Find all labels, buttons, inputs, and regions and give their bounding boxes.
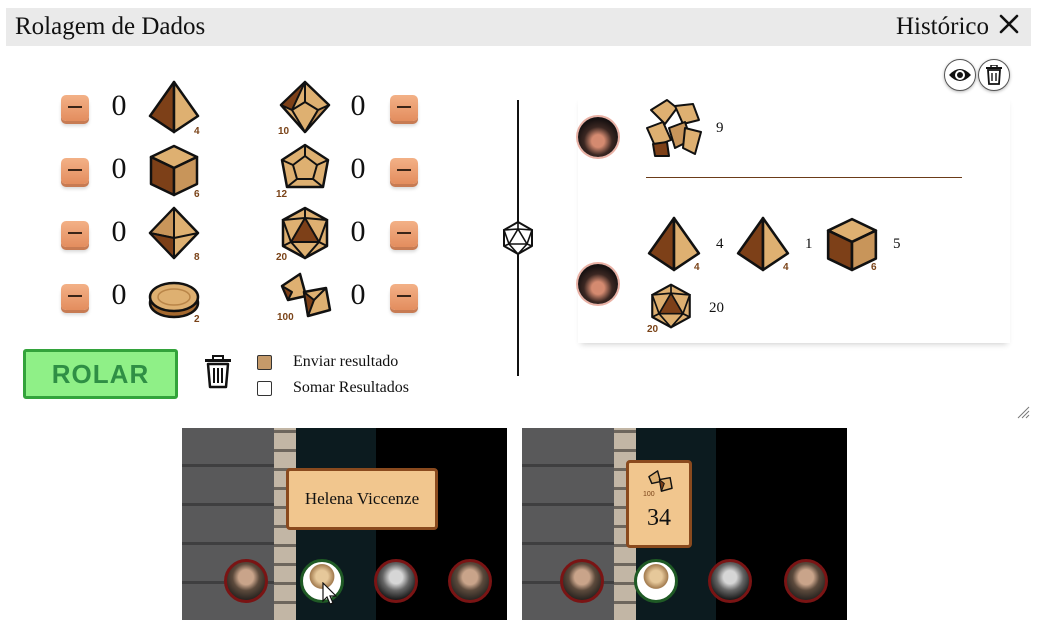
sum-results-checkbox[interactable]	[257, 381, 272, 396]
resize-handle-icon[interactable]	[1016, 405, 1030, 419]
d2-count: 0	[111, 278, 127, 311]
d4-label: 4	[194, 126, 200, 137]
decrement-d100-button[interactable]	[390, 284, 418, 310]
clear-dice-trash-icon[interactable]	[203, 355, 233, 389]
decrement-d12-button[interactable]	[390, 158, 418, 184]
result-die-label: 100	[643, 491, 655, 498]
d8-die-icon[interactable]	[147, 206, 201, 260]
d100-count: 0	[350, 278, 366, 311]
history-toggle[interactable]: Histórico	[896, 13, 989, 41]
player-token[interactable]	[784, 559, 828, 603]
history-separator	[646, 177, 962, 178]
history-value: 1	[805, 236, 813, 252]
toggle-visibility-button[interactable]	[944, 59, 976, 91]
d6-label: 6	[194, 189, 200, 200]
history-value: 20	[709, 300, 724, 316]
roll-button[interactable]: ROLAR	[23, 349, 178, 399]
avatar	[578, 117, 618, 157]
d20-result-icon	[651, 283, 691, 329]
preview-tooltip-screenshot: Helena Viccenze	[182, 428, 507, 620]
decrement-d10-button[interactable]	[390, 95, 418, 121]
d8-label: 8	[194, 252, 200, 263]
close-icon[interactable]	[997, 12, 1021, 36]
preview-result-screenshot: 100 34	[522, 428, 847, 620]
history-die-label: 20	[647, 324, 659, 335]
player-token[interactable]	[224, 559, 268, 603]
history-die-label: 4	[694, 262, 700, 273]
d8-count: 0	[111, 215, 127, 248]
d12-label: 12	[276, 189, 288, 200]
dialog-titlebar: Rolagem de Dados Histórico	[6, 8, 1031, 46]
d6-die-icon[interactable]	[147, 143, 201, 197]
d4-count: 0	[111, 89, 127, 122]
roll-result-card: 100 34	[626, 460, 692, 548]
d20-label: 20	[276, 252, 288, 263]
history-die-label: 6	[871, 262, 877, 273]
player-token[interactable]	[708, 559, 752, 603]
clear-history-button[interactable]	[978, 59, 1010, 91]
d6-count: 0	[111, 152, 127, 185]
trash-icon	[986, 65, 1002, 85]
send-result-checkbox[interactable]	[257, 355, 272, 370]
player-token[interactable]	[634, 559, 678, 603]
history-value: 9	[716, 120, 724, 136]
d10-count: 0	[350, 89, 366, 122]
decrement-d6-button[interactable]	[61, 158, 89, 184]
d12-count: 0	[350, 152, 366, 185]
d20-outline-icon	[502, 221, 534, 256]
mouse-cursor-icon	[322, 582, 338, 605]
d20-count: 0	[350, 215, 366, 248]
eye-icon	[949, 69, 971, 81]
history-value: 5	[893, 236, 901, 252]
coin-d2-icon[interactable]	[147, 272, 201, 326]
decrement-d8-button[interactable]	[61, 221, 89, 247]
d100-result-icon	[646, 99, 702, 157]
d4-die-icon[interactable]	[147, 80, 201, 134]
decrement-d4-button[interactable]	[61, 95, 89, 121]
decrement-d20-button[interactable]	[390, 221, 418, 247]
dialog-title: Rolagem de Dados	[15, 13, 206, 40]
player-token[interactable]	[374, 559, 418, 603]
player-token[interactable]	[560, 559, 604, 603]
player-token[interactable]	[448, 559, 492, 603]
send-result-label: Enviar resultado	[293, 353, 399, 370]
result-value: 34	[647, 505, 671, 531]
history-value: 4	[716, 236, 724, 252]
player-name-tooltip: Helena Viccenze	[286, 468, 438, 530]
history-die-label: 4	[783, 262, 789, 273]
d2-label: 2	[194, 314, 200, 325]
d10-label: 10	[278, 126, 290, 137]
d100-label: 100	[277, 312, 294, 323]
avatar	[578, 264, 618, 304]
sum-results-label: Somar Resultados	[293, 379, 409, 396]
decrement-d2-button[interactable]	[61, 284, 89, 310]
history-panel	[578, 96, 1010, 343]
